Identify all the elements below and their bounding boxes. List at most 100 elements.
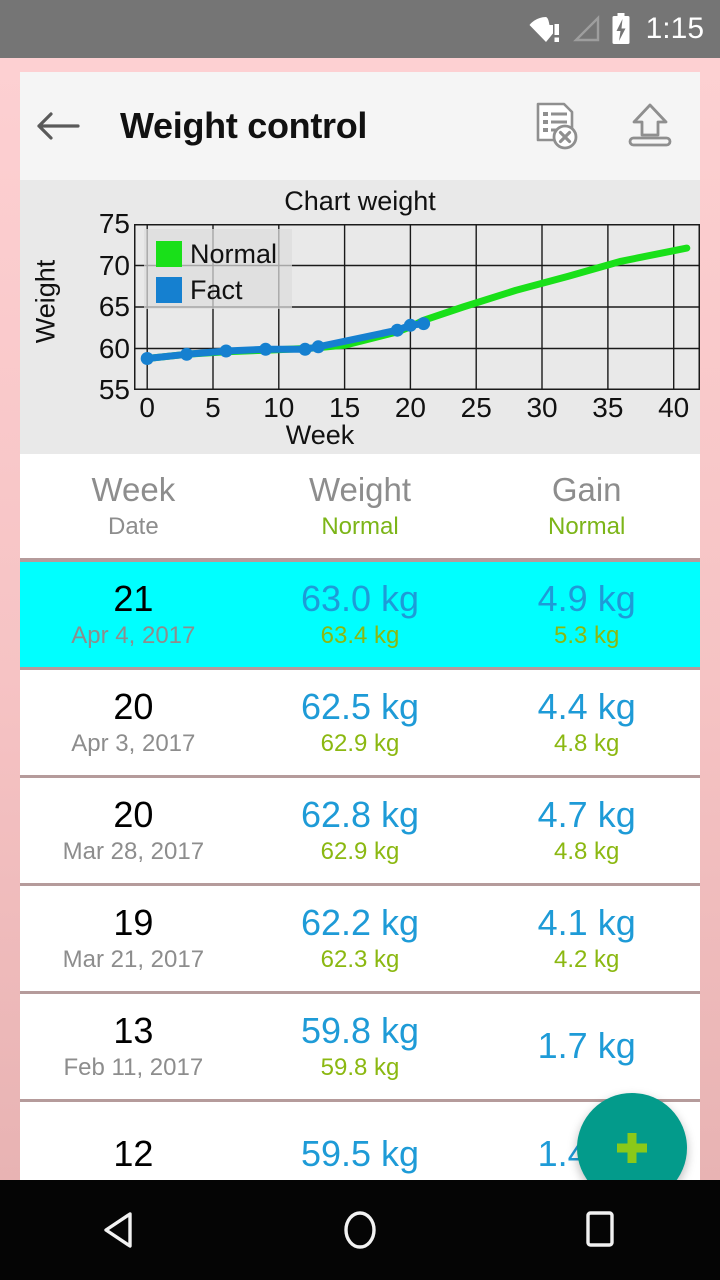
cell-gain: 4.7 kg4.8 kg (473, 795, 700, 867)
chart-x-tick: 5 (183, 394, 243, 422)
cell-week-value: 20 (20, 795, 247, 835)
legend-label-normal: Normal (190, 241, 277, 268)
chart-point-fact (180, 348, 193, 361)
cell-week: 20Apr 3, 2017 (20, 687, 247, 759)
cell-weight-subvalue: 62.9 kg (247, 729, 474, 759)
table-row[interactable]: 13Feb 11, 201759.8 kg59.8 kg1.7 kg (20, 994, 700, 1102)
cell-weight: 59.8 kg59.8 kg (247, 1011, 474, 1083)
chart-legend: Normal Fact (144, 229, 292, 309)
triangle-left-icon (99, 1208, 141, 1252)
cell-gain-value: 4.4 kg (473, 687, 700, 727)
chart-point-fact (259, 343, 272, 356)
table-row[interactable]: 19Mar 21, 201762.2 kg62.3 kg4.1 kg4.2 kg (20, 886, 700, 994)
header-cell-gain: Gain Normal (473, 470, 700, 542)
cell-gain-value: 1.7 kg (473, 1026, 700, 1066)
chart-y-tick: 65 (74, 293, 130, 321)
chart-x-tick: 40 (644, 394, 700, 422)
chart-y-tick: 60 (74, 335, 130, 363)
header-cell-weight: Weight Normal (247, 470, 474, 542)
table-row[interactable]: 21Apr 4, 201763.0 kg63.4 kg4.9 kg5.3 kg (20, 562, 700, 670)
table-row[interactable]: 20Apr 3, 201762.5 kg62.9 kg4.4 kg4.8 kg (20, 670, 700, 778)
cell-week-value: 13 (20, 1011, 247, 1051)
cell-week-subvalue: Apr 4, 2017 (20, 621, 247, 651)
table-row[interactable]: 20Mar 28, 201762.8 kg62.9 kg4.7 kg4.8 kg (20, 778, 700, 886)
system-nav-bar (0, 1180, 720, 1280)
cell-weight: 62.2 kg62.3 kg (247, 903, 474, 975)
cell-week-value: 19 (20, 903, 247, 943)
weight-chart[interactable]: Chart weight Weight Week 5560657075 0510… (20, 180, 700, 454)
cell-gain: 4.4 kg4.8 kg (473, 687, 700, 759)
cell-week-value: 20 (20, 687, 247, 727)
square-icon (580, 1207, 620, 1253)
cell-weight-value: 62.8 kg (247, 795, 474, 835)
header-week-sublabel: Date (20, 512, 247, 542)
cell-week-subvalue: Mar 28, 2017 (20, 837, 247, 867)
nav-back-button[interactable] (0, 1208, 240, 1252)
weight-records-table: Week Date Weight Normal Gain Normal 21Ap… (20, 454, 700, 1180)
chart-point-fact (141, 352, 154, 365)
cell-weight-value: 59.5 kg (247, 1134, 474, 1174)
nav-home-button[interactable] (240, 1206, 480, 1254)
cell-weight: 62.5 kg62.9 kg (247, 687, 474, 759)
cell-weight: 62.8 kg62.9 kg (247, 795, 474, 867)
header-weight-label: Weight (247, 470, 474, 510)
header-week-label: Week (20, 470, 247, 510)
cell-week-subvalue: Feb 11, 2017 (20, 1053, 247, 1083)
nav-recents-button[interactable] (480, 1207, 720, 1253)
cell-week: 21Apr 4, 2017 (20, 579, 247, 651)
cell-week-value: 21 (20, 579, 247, 619)
header-weight-sublabel: Normal (247, 512, 474, 542)
cell-weight-value: 62.5 kg (247, 687, 474, 727)
signal-icon (572, 14, 602, 44)
table-rows: 21Apr 4, 201763.0 kg63.4 kg4.9 kg5.3 kg2… (20, 562, 700, 1180)
cell-week: 20Mar 28, 2017 (20, 795, 247, 867)
table-header-row: Week Date Weight Normal Gain Normal (20, 454, 700, 562)
chart-x-tick: 30 (512, 394, 572, 422)
cell-weight-value: 63.0 kg (247, 579, 474, 619)
cell-weight-value: 59.8 kg (247, 1011, 474, 1051)
cell-week-value: 12 (20, 1134, 247, 1174)
chart-x-tick: 0 (117, 394, 177, 422)
cell-gain-subvalue: 4.2 kg (473, 945, 700, 975)
cell-weight-subvalue: 62.3 kg (247, 945, 474, 975)
cell-week: 19Mar 21, 2017 (20, 903, 247, 975)
chart-x-axis-label: Week (220, 420, 420, 451)
cell-weight: 63.0 kg63.4 kg (247, 579, 474, 651)
content-card: Weight control (20, 72, 700, 1180)
status-bar-clock: 1:15 (646, 14, 704, 44)
cell-weight-value: 62.2 kg (247, 903, 474, 943)
cell-weight-subvalue: 63.4 kg (247, 621, 474, 651)
cell-week-subvalue: Mar 21, 2017 (20, 945, 247, 975)
header-gain-sublabel: Normal (473, 512, 700, 542)
chart-y-axis-label: Weight (31, 232, 62, 372)
chart-point-fact (417, 317, 430, 330)
chart-point-fact (299, 343, 312, 356)
back-button[interactable] (20, 72, 96, 180)
cell-gain-value: 4.7 kg (473, 795, 700, 835)
cell-gain-subvalue: 4.8 kg (473, 729, 700, 759)
chart-x-tick: 20 (380, 394, 440, 422)
clear-list-button[interactable] (520, 72, 592, 180)
phone-screen: 1:15 Weight control (0, 0, 720, 1280)
legend-item-normal: Normal (156, 236, 292, 272)
arrow-left-icon (36, 109, 80, 143)
header-cell-week: Week Date (20, 470, 247, 542)
cell-week: 12 (20, 1134, 247, 1176)
chart-point-fact (404, 319, 417, 332)
chart-point-fact (391, 324, 404, 337)
cell-gain-subvalue: 5.3 kg (473, 621, 700, 651)
cell-weight: 59.5 kg (247, 1134, 474, 1176)
export-button[interactable] (614, 72, 686, 180)
wifi-warning-icon (529, 14, 563, 44)
cell-gain-value: 4.9 kg (473, 579, 700, 619)
status-bar: 1:15 (0, 0, 720, 58)
chart-x-tick: 35 (578, 394, 638, 422)
cell-week-subvalue: Apr 3, 2017 (20, 729, 247, 759)
cell-weight-subvalue: 62.9 kg (247, 837, 474, 867)
cell-gain-value: 4.1 kg (473, 903, 700, 943)
legend-item-fact: Fact (156, 272, 292, 308)
chart-point-fact (220, 345, 233, 358)
plus-icon (610, 1126, 654, 1170)
legend-label-fact: Fact (190, 277, 243, 304)
clear-list-icon (530, 100, 582, 152)
